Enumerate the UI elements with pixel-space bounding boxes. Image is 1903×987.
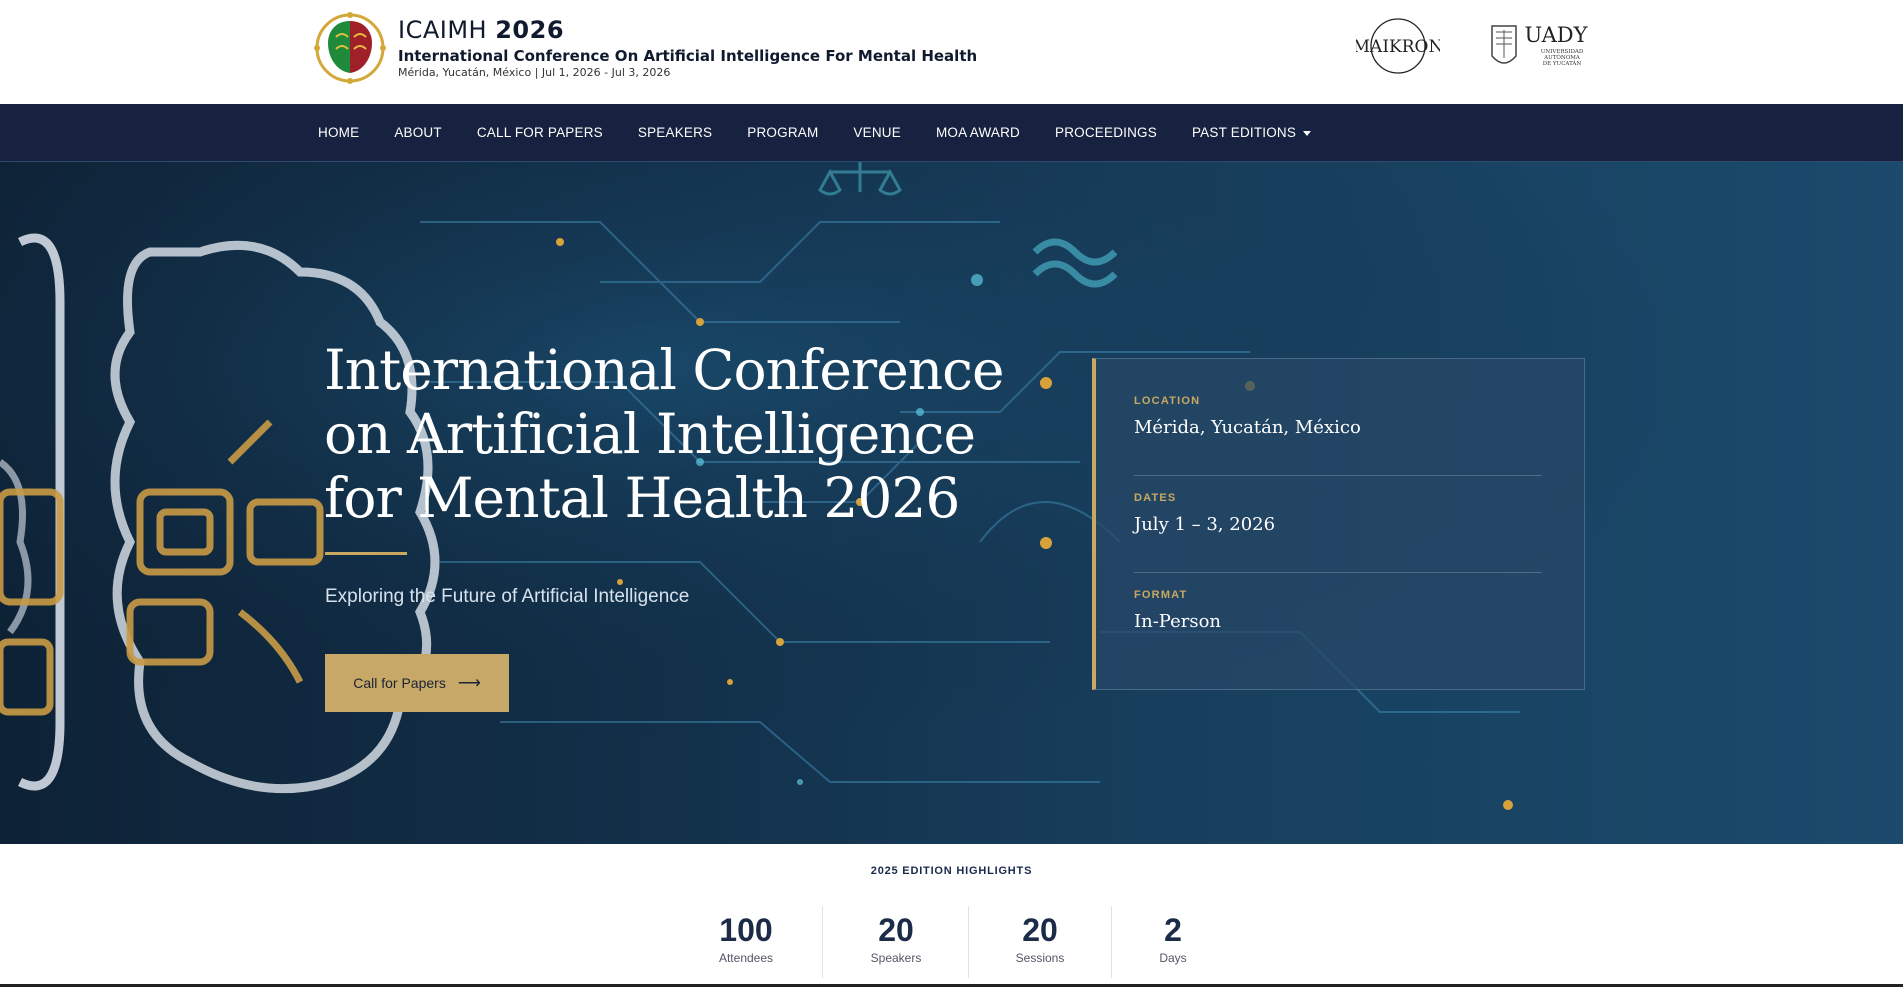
nav-item-past-editions[interactable]: PAST EDITIONS: [1191, 125, 1312, 140]
svg-text:AUTÓNOMA: AUTÓNOMA: [1543, 53, 1581, 61]
info-location-value: Mérida, Yucatán, México: [1134, 417, 1361, 438]
nav-item-proceedings[interactable]: PROCEEDINGS: [1055, 125, 1157, 140]
nav-item-past-editions-label: PAST EDITIONS: [1191, 125, 1297, 140]
info-dates: DATES July 1 – 3, 2026: [1134, 492, 1542, 535]
uady-logo[interactable]: UADY UNIVERSIDAD AUTÓNOMA DE YUCATÁN: [1486, 18, 1596, 78]
stat-value: 20: [878, 912, 914, 948]
event-info-card: LOCATION Mérida, Yucatán, México DATES J…: [1092, 358, 1585, 690]
stat-label: Days: [1159, 951, 1187, 965]
nav-item-moa-award[interactable]: MOA AWARD: [936, 125, 1020, 140]
info-format-value: In-Person: [1134, 611, 1222, 632]
svg-text:DE YUCATÁN: DE YUCATÁN: [1543, 60, 1582, 67]
stat-sessions: 20 Sessions: [1000, 910, 1080, 966]
info-dates-label: DATES: [1134, 492, 1177, 504]
info-location: LOCATION Mérida, Yucatán, México: [1134, 395, 1542, 438]
highlights-title: 2025 EDITION HIGHLIGHTS: [870, 865, 1033, 877]
call-for-papers-button[interactable]: Call for Papers ⟶: [325, 654, 509, 712]
stat-divider: [822, 906, 823, 978]
caret-down-icon: [1303, 130, 1312, 136]
stat-divider: [1111, 906, 1112, 978]
stat-attendees: 100 Attendees: [706, 910, 786, 966]
brand-title: ICAIMH 2026: [398, 16, 565, 44]
svg-text:MAIKRON: MAIKRON: [1356, 37, 1440, 57]
info-format-label: FORMAT: [1134, 589, 1188, 601]
brand-subtitle: International Conference On Artificial I…: [398, 47, 978, 65]
hero-subtitle: Exploring the Future of Artificial Intel…: [325, 586, 690, 607]
site-header: ICAIMH 2026 International Conference On …: [0, 0, 1903, 104]
nav-item-venue[interactable]: VENUE: [853, 125, 901, 140]
nav-item-home[interactable]: HOME: [318, 125, 359, 140]
stat-label: Speakers: [870, 951, 922, 965]
hero-title: International Conference on Artificial I…: [324, 338, 1005, 530]
info-location-label: LOCATION: [1134, 395, 1201, 407]
brand-block: ICAIMH 2026 International Conference On …: [398, 16, 977, 80]
info-divider: [1134, 475, 1542, 476]
nav-item-about[interactable]: ABOUT: [394, 125, 442, 140]
stat-value: 20: [1022, 912, 1058, 948]
call-for-papers-label: Call for Papers: [353, 675, 446, 691]
hero-section: International Conference on Artificial I…: [0, 162, 1903, 844]
icaimh-logo[interactable]: [312, 11, 388, 85]
info-dates-value: July 1 – 3, 2026: [1134, 514, 1276, 535]
svg-text:UADY: UADY: [1525, 23, 1589, 47]
stat-speakers: 20 Speakers: [856, 910, 936, 966]
brand-meta: Mérida, Yucatán, México | Jul 1, 2026 - …: [398, 66, 671, 79]
info-format: FORMAT In-Person: [1134, 589, 1542, 632]
stat-label: Attendees: [718, 951, 774, 965]
nav-item-program[interactable]: PROGRAM: [747, 125, 818, 140]
stat-label: Sessions: [1015, 951, 1065, 965]
info-divider: [1134, 572, 1542, 573]
arrow-right-icon: ⟶: [457, 675, 481, 692]
nav-item-speakers[interactable]: SPEAKERS: [638, 125, 712, 140]
stat-value: 2: [1164, 912, 1182, 948]
main-nav: HOME ABOUT CALL FOR PAPERS SPEAKERS PROG…: [0, 104, 1903, 162]
hero-title-underline: [325, 552, 407, 555]
nav-item-call-for-papers[interactable]: CALL FOR PAPERS: [477, 125, 603, 140]
stat-divider: [968, 906, 969, 978]
stat-days: 2 Days: [1133, 910, 1213, 966]
maikron-logo[interactable]: MAIKRON: [1353, 16, 1443, 76]
stat-value: 100: [719, 912, 773, 948]
